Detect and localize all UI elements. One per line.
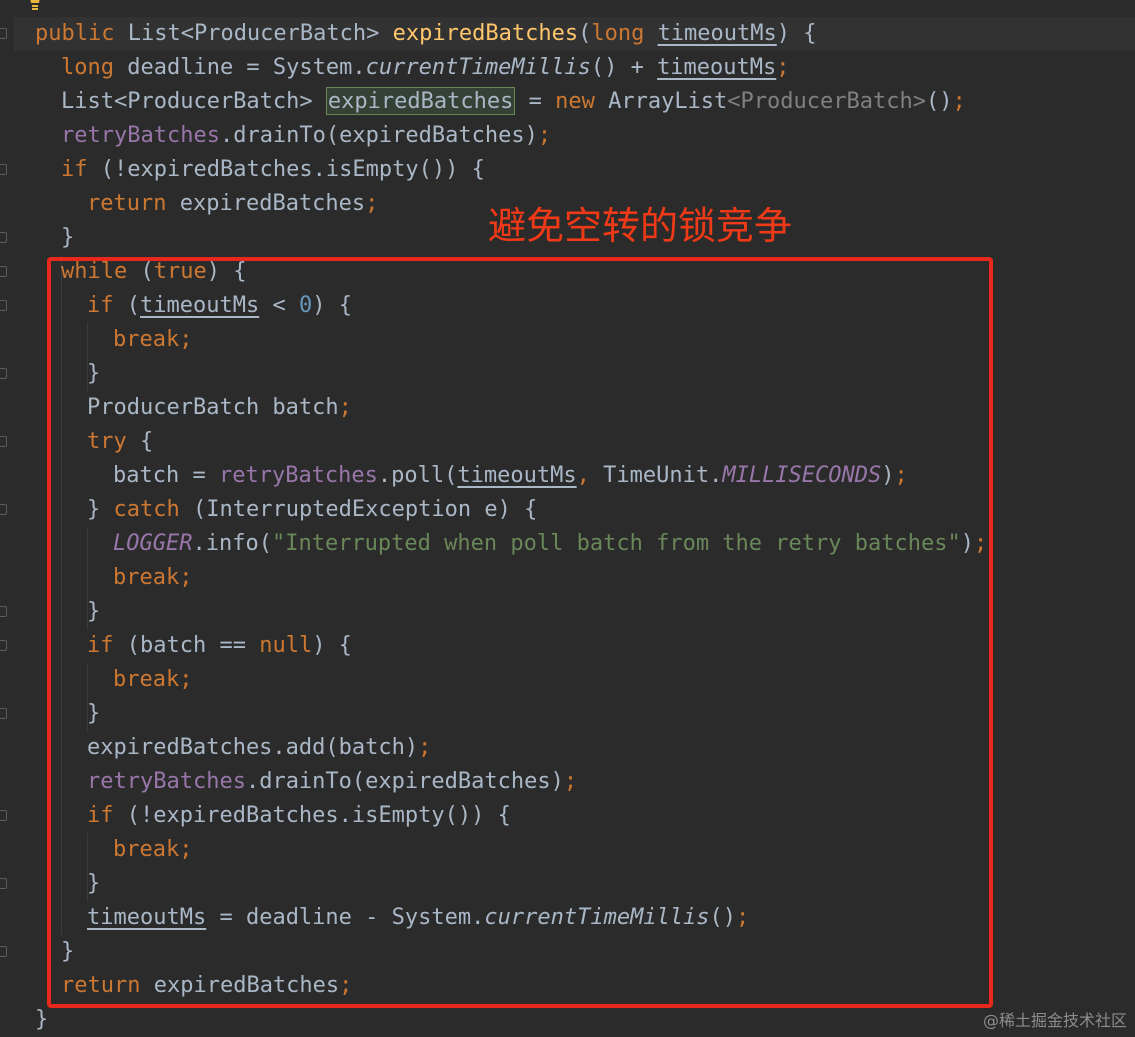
code-token: timeoutMs — [657, 55, 777, 80]
code-token: ) { — [776, 21, 817, 46]
code-token: ; — [537, 123, 552, 148]
code-token: (!expiredBatches.isEmpty()) { — [87, 157, 485, 182]
code-token: deadline = System. — [113, 55, 366, 80]
code-line[interactable]: } — [0, 1003, 987, 1037]
code-token: retryBatches — [61, 123, 220, 148]
code-token: <ProducerBatch> — [727, 89, 926, 114]
annotation-box — [47, 257, 993, 1008]
code-token: currentTimeMillis — [365, 55, 591, 80]
code-token: () — [925, 89, 953, 114]
code-token: timeoutMs — [657, 21, 777, 46]
method-name: expiredBatches — [392, 21, 579, 46]
annotation-label: 避免空转的锁竞争 — [488, 204, 793, 248]
code-line[interactable]: if (!expiredBatches.isEmpty()) { — [0, 153, 987, 187]
code-token: new — [555, 89, 595, 114]
code-line[interactable]: List<ProducerBatch> expiredBatches = new… — [0, 85, 987, 119]
code-line[interactable]: retryBatches.drainTo(expiredBatches); — [0, 119, 987, 153]
code-token: if — [61, 157, 88, 182]
code-token: long — [591, 21, 645, 46]
code-token: = — [515, 89, 556, 114]
code-line[interactable]: public List<ProducerBatch> expiredBatche… — [0, 17, 987, 51]
highlighted-identifier[interactable]: expiredBatches — [325, 87, 516, 115]
code-token: ( — [578, 21, 592, 46]
code-token: ; — [776, 55, 790, 80]
code-token: } — [35, 1007, 49, 1032]
lightbulb-icon[interactable] — [27, 0, 43, 12]
code-token: return — [87, 191, 167, 216]
watermark: @稀土掘金技术社区 — [982, 1011, 1127, 1030]
code-token: ArrayList — [594, 89, 728, 114]
code-token: .drainTo(expiredBatches) — [219, 123, 538, 148]
code-token: () + — [590, 55, 658, 80]
code-token: ; — [365, 191, 379, 216]
code-token: public — [35, 21, 115, 46]
code-token: ; — [952, 89, 966, 114]
code-token: List<ProducerBatch> — [114, 21, 393, 46]
code-token: expiredBatches — [166, 191, 366, 216]
code-token: long — [61, 55, 114, 80]
code-token: } — [61, 225, 75, 250]
code-line[interactable]: long deadline = System.currentTimeMillis… — [0, 51, 987, 85]
code-token: List<ProducerBatch> — [61, 89, 326, 114]
